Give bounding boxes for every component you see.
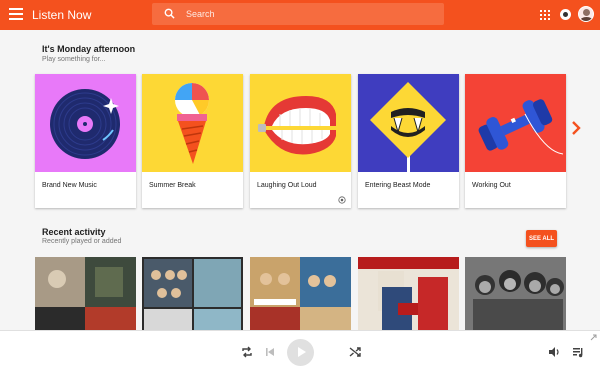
greeting-subtitle: Play something for... [42, 56, 106, 63]
card-label: Working Out [472, 182, 511, 189]
card-art-fangs [358, 74, 459, 172]
card-brand-new-music[interactable]: Brand New Music [35, 74, 136, 208]
card-entering-beast-mode[interactable]: Entering Beast Mode [358, 74, 459, 208]
chevron-right-icon[interactable] [571, 121, 581, 135]
shuffle-icon[interactable] [349, 346, 361, 358]
search-icon [164, 8, 175, 19]
radio-icon [338, 196, 346, 204]
app-title: Listen Now [32, 8, 92, 22]
avatar[interactable] [578, 6, 594, 22]
see-all-button[interactable]: SEE ALL [526, 230, 557, 247]
card-art-vinyl [35, 74, 136, 172]
card-art-dumbbell [465, 74, 566, 172]
album-tile[interactable] [465, 257, 566, 332]
repeat-icon[interactable] [241, 346, 253, 358]
search-input[interactable] [186, 3, 436, 25]
album-tile[interactable] [250, 257, 351, 332]
previous-icon[interactable] [265, 347, 275, 357]
album-tile[interactable] [142, 257, 243, 332]
play-icon[interactable] [287, 339, 314, 366]
menu-icon[interactable] [9, 8, 23, 22]
volume-icon[interactable] [548, 346, 560, 358]
apps-icon[interactable] [540, 10, 550, 20]
player-bar [0, 330, 600, 373]
card-label: Entering Beast Mode [365, 182, 431, 189]
recent-activity-subtitle: Recently played or added [42, 238, 122, 245]
top-app-bar: Listen Now [0, 0, 600, 30]
album-tile[interactable] [35, 257, 136, 332]
search-box[interactable] [152, 3, 444, 25]
card-laughing-out-loud[interactable]: Laughing Out Loud [250, 74, 351, 208]
recent-activity-title: Recent activity [42, 227, 106, 237]
queue-icon[interactable] [572, 346, 584, 358]
card-art-teeth [250, 74, 351, 172]
cast-icon[interactable] [560, 9, 571, 20]
greeting-title: It's Monday afternoon [42, 44, 136, 54]
card-label: Laughing Out Loud [257, 182, 317, 189]
card-summer-break[interactable]: Summer Break [142, 74, 243, 208]
card-art-ice-cream [142, 74, 243, 172]
expand-icon[interactable] [590, 334, 597, 341]
card-label: Summer Break [149, 182, 196, 189]
card-working-out[interactable]: Working Out [465, 74, 566, 208]
card-label: Brand New Music [42, 182, 97, 189]
album-tile[interactable] [358, 257, 459, 332]
